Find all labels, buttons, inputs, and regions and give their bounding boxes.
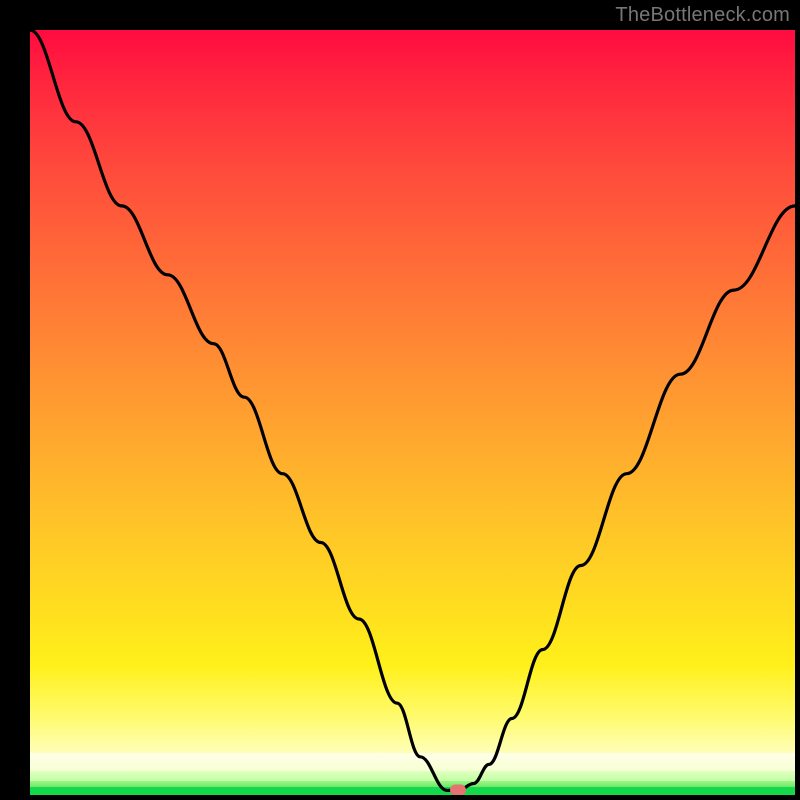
chart-container: TheBottleneck.com bbox=[0, 0, 800, 800]
bottleneck-curve-path bbox=[30, 30, 795, 790]
curve-svg bbox=[30, 30, 795, 795]
watermark-text: TheBottleneck.com bbox=[615, 4, 790, 27]
minimum-marker bbox=[450, 785, 466, 795]
plot-area bbox=[30, 30, 795, 795]
